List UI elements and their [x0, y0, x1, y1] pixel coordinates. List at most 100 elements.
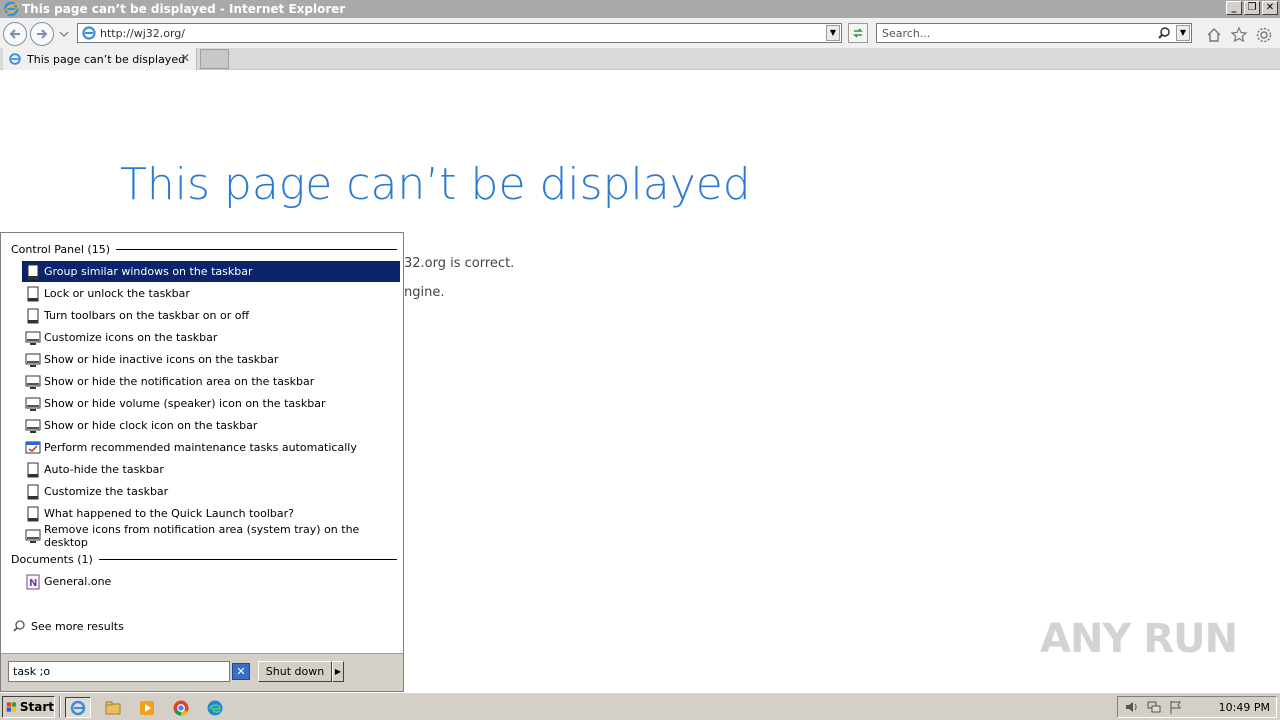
address-dropdown-button[interactable]: ▼	[826, 25, 840, 41]
search-result-label[interactable]: General.one	[44, 575, 111, 588]
notification-area-icon	[25, 396, 41, 412]
taskbar-icon	[25, 264, 41, 280]
search-result-label[interactable]: Show or hide clock icon on the taskbar	[44, 419, 257, 432]
address-bar[interactable]: http://wj32.org/ ▼	[77, 23, 842, 43]
divider	[98, 559, 397, 560]
shut-down-options-arrow-icon[interactable]: ▶	[332, 661, 344, 682]
search-result-item[interactable]: Show or hide volume (speaker) icon on th…	[22, 393, 400, 414]
taskbar-icon	[25, 484, 41, 500]
search-result-label[interactable]: Perform recommended maintenance tasks au…	[44, 441, 357, 454]
search-placeholder[interactable]: Search...	[882, 27, 930, 40]
internet-explorer-icon	[3, 1, 19, 17]
chrome-icon	[173, 700, 189, 716]
window-title: This page can’t be displayed - Internet …	[22, 2, 346, 16]
page-favicon-icon	[82, 26, 96, 40]
search-result-label[interactable]: Show or hide inactive icons on the taskb…	[44, 353, 278, 366]
notification-area-icon	[25, 418, 41, 434]
url-text[interactable]: http://wj32.org/	[100, 27, 185, 40]
group-header-control-panel[interactable]: Control Panel (15)	[11, 243, 397, 256]
search-result-label[interactable]: Group similar windows on the taskbar	[44, 265, 252, 278]
history-dropdown-icon[interactable]	[59, 30, 69, 38]
start-button[interactable]: Start	[2, 696, 55, 718]
search-result-item[interactable]: Remove icons from notification area (sys…	[22, 523, 400, 549]
search-result-item[interactable]: Lock or unlock the taskbar	[22, 283, 400, 304]
restore-button[interactable]: ❐	[1244, 1, 1260, 15]
search-result-label[interactable]: Customize icons on the taskbar	[44, 331, 217, 344]
group-header-label[interactable]: Control Panel (15)	[11, 243, 110, 256]
taskbar-icon	[25, 462, 41, 478]
search-result-item[interactable]: What happened to the Quick Launch toolba…	[22, 503, 400, 524]
search-result-item[interactable]: Show or hide clock icon on the taskbar	[22, 415, 400, 436]
title-bar: This page can’t be displayed - Internet …	[0, 0, 1280, 18]
onenote-icon: N	[25, 574, 41, 590]
start-search-row: task ;o ✕ Shut down ▶	[1, 653, 403, 691]
volume-icon[interactable]	[1124, 699, 1140, 715]
see-more-results-link[interactable]: See more results	[12, 619, 124, 633]
search-icon[interactable]	[1157, 26, 1171, 40]
search-result-item[interactable]: Auto-hide the taskbar	[22, 459, 400, 480]
forward-arrow-icon	[37, 29, 48, 39]
quick-launch-file-explorer[interactable]	[100, 697, 126, 718]
error-heading: This page can’t be displayed	[120, 159, 751, 210]
search-result-label[interactable]: Lock or unlock the taskbar	[44, 287, 190, 300]
quick-launch-chrome[interactable]	[168, 697, 194, 718]
internet-explorer-icon	[70, 700, 86, 715]
clear-search-button[interactable]: ✕	[232, 663, 250, 680]
divider	[116, 249, 397, 250]
new-tab-button[interactable]	[200, 49, 229, 69]
compatibility-refresh-button[interactable]	[848, 23, 868, 43]
quick-launch-edge[interactable]	[202, 697, 228, 718]
start-search-input[interactable]: task ;o	[8, 661, 230, 682]
action-center-icon	[25, 440, 41, 456]
clock[interactable]: 10:49 PM	[1219, 701, 1270, 714]
search-result-label[interactable]: What happened to the Quick Launch toolba…	[44, 507, 294, 520]
search-result-label[interactable]: Remove icons from notification area (sys…	[44, 523, 400, 549]
notification-area-icon	[25, 528, 41, 544]
taskbar: Start 10:49 PM	[0, 692, 1280, 720]
shut-down-button[interactable]: Shut down	[258, 661, 332, 682]
notification-area-icon	[25, 374, 41, 390]
search-result-item[interactable]: N General.one	[22, 571, 400, 592]
search-result-item[interactable]: Perform recommended maintenance tasks au…	[22, 437, 400, 458]
search-result-label[interactable]: Show or hide volume (speaker) icon on th…	[44, 397, 325, 410]
search-result-item[interactable]: Group similar windows on the taskbar	[22, 261, 400, 282]
forward-button[interactable]	[30, 22, 54, 46]
svg-text:N: N	[29, 578, 37, 589]
search-result-label[interactable]: Customize the taskbar	[44, 485, 168, 498]
minimize-button[interactable]: _	[1226, 1, 1242, 15]
tab-page[interactable]: This page can’t be displayed ✕	[3, 48, 197, 70]
quick-launch-internet-explorer[interactable]	[65, 697, 91, 718]
see-more-label[interactable]: See more results	[31, 620, 124, 633]
refresh-icon	[853, 28, 863, 38]
search-result-item[interactable]: Customize icons on the taskbar	[22, 327, 400, 348]
search-dropdown-button[interactable]: ▼	[1176, 25, 1190, 41]
quick-launch-media-player[interactable]	[134, 697, 160, 718]
favorites-star-icon[interactable]	[1230, 26, 1248, 44]
search-result-item[interactable]: Show or hide the notification area on th…	[22, 371, 400, 392]
home-icon[interactable]	[1205, 26, 1223, 44]
close-button[interactable]: ✕	[1262, 1, 1278, 15]
windows-logo-icon	[6, 702, 17, 712]
search-box[interactable]: Search... ▼	[876, 23, 1192, 43]
group-header-documents[interactable]: Documents (1)	[11, 553, 397, 566]
search-result-label[interactable]: Show or hide the notification area on th…	[44, 375, 314, 388]
notification-area-icon	[25, 330, 41, 346]
network-icon[interactable]	[1146, 699, 1162, 715]
search-result-label[interactable]: Auto-hide the taskbar	[44, 463, 164, 476]
group-header-label[interactable]: Documents (1)	[11, 553, 93, 566]
back-arrow-icon	[9, 29, 20, 39]
tab-strip: This page can’t be displayed ✕	[0, 48, 1280, 70]
search-result-item[interactable]: Show or hide inactive icons on the taskb…	[22, 349, 400, 370]
search-result-label[interactable]: Turn toolbars on the taskbar on or off	[44, 309, 249, 322]
tab-close-icon[interactable]: ✕	[180, 51, 190, 65]
settings-gear-icon[interactable]	[1255, 26, 1273, 44]
search-result-item[interactable]: Turn toolbars on the taskbar on or off	[22, 305, 400, 326]
start-label[interactable]: Start	[20, 700, 54, 714]
action-center-flag-icon[interactable]	[1168, 699, 1184, 715]
back-button[interactable]	[3, 22, 27, 46]
taskbar-icon	[25, 506, 41, 522]
search-result-item[interactable]: Customize the taskbar	[22, 481, 400, 502]
error-text-line-2: ngine.	[404, 285, 445, 300]
tab-label[interactable]: This page can’t be displayed	[27, 53, 185, 66]
taskbar-icon	[25, 286, 41, 302]
